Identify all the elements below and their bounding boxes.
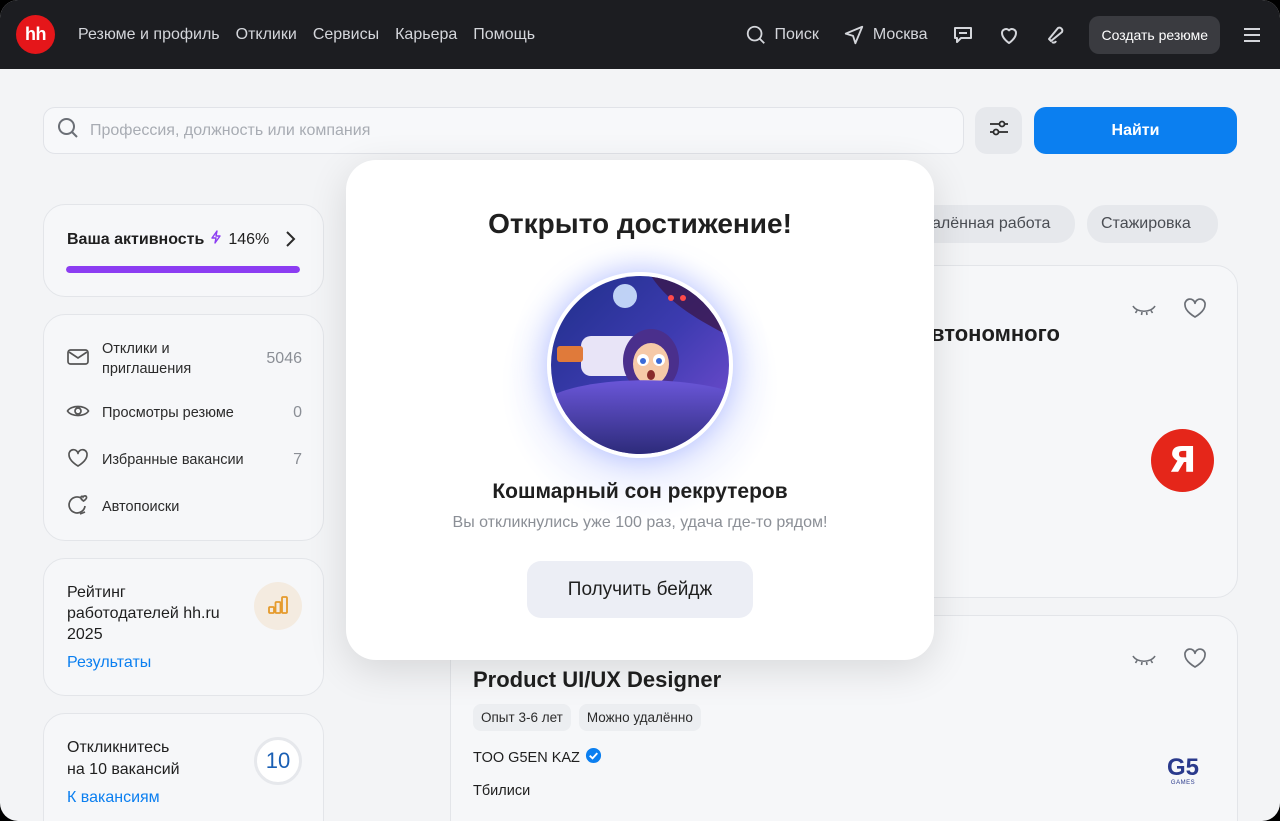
autosearch-icon <box>66 494 90 521</box>
main-nav: Резюме и профиль Отклики Сервисы Карьера… <box>78 0 535 69</box>
stat-responses-label-2: приглашения <box>102 361 192 377</box>
stat-responses-value: 5046 <box>266 350 302 367</box>
vacancy-2-company[interactable]: TOO G5EN KAZ <box>473 750 580 766</box>
rating-title-3: 2025 <box>67 626 103 643</box>
search-bar <box>43 107 964 154</box>
filter-internship[interactable]: Стажировка <box>1087 205 1218 243</box>
achievement-modal: Открыто достижение! Кошмарный сон рекрут… <box>346 160 934 660</box>
header-actions: Поиск Москва Создать резюме <box>745 0 1280 69</box>
search-input[interactable] <box>90 121 890 140</box>
verified-check-icon <box>585 747 602 768</box>
heart-icon[interactable] <box>997 23 1021 47</box>
stats-card: Отклики и приглашения 5046 Просмотры резю… <box>43 314 324 541</box>
respond-card[interactable]: Откликнитесь на 10 вакансий К вакансиям … <box>43 713 324 821</box>
location-arrow-icon <box>843 24 865 46</box>
stat-autosearches[interactable]: Автопоиски <box>66 494 302 521</box>
respond-title-2: на 10 вакансий <box>67 761 180 778</box>
stat-favorite-vacancies[interactable]: Избранные вакансии 7 <box>66 448 302 473</box>
location-selector[interactable]: Москва <box>843 24 928 46</box>
favorite-heart-icon[interactable] <box>1182 297 1208 324</box>
nav-responses[interactable]: Отклики <box>236 26 297 44</box>
lightning-icon <box>210 230 222 249</box>
app-window: hh Резюме и профиль Отклики Сервисы Карь… <box>0 0 1280 821</box>
vacancy-1-title-fragment: втономного <box>931 321 1060 346</box>
activity-percent: 146% <box>228 230 270 248</box>
filter-remote-work[interactable]: алённая работа <box>912 205 1075 243</box>
stat-favorite-value: 7 <box>293 451 302 468</box>
tag-remote: Можно удалённо <box>578 704 701 731</box>
filter-button[interactable] <box>975 107 1022 154</box>
stat-responses-label-1: Отклики и <box>102 341 170 357</box>
envelope-icon <box>66 347 90 372</box>
vacancy-2-tags: Опыт 3-6 лет Можно удалённо <box>473 704 701 731</box>
activity-progress-bar <box>66 266 300 273</box>
stat-favorite-label: Избранные вакансии <box>102 452 244 468</box>
g5-logo-text: G5 <box>1166 754 1199 781</box>
chevron-right-icon <box>284 230 296 253</box>
respond-counter: 10 <box>254 737 302 785</box>
top-header: hh Резюме и профиль Отклики Сервисы Карь… <box>0 0 1280 69</box>
g5-games-logo: G5 GAMES <box>1163 754 1203 787</box>
rating-results-link[interactable]: Результаты <box>67 654 151 672</box>
vacancy-2-city: Тбилиси <box>473 783 531 799</box>
bell-icon[interactable] <box>1043 23 1067 47</box>
header-search-label: Поиск <box>774 25 819 43</box>
hamburger-menu-icon[interactable] <box>1242 26 1262 44</box>
create-resume-button[interactable]: Создать резюме <box>1089 15 1220 54</box>
tag-experience: Опыт 3-6 лет <box>473 704 571 731</box>
eye-icon <box>66 401 90 426</box>
yandex-logo: Я <box>1151 429 1214 492</box>
activity-title: Ваша активность <box>67 230 205 248</box>
location-label: Москва <box>872 25 928 43</box>
vacancy-2-title[interactable]: Product UI/UX Designer <box>473 667 721 693</box>
badge-name: Кошмарный сон рекрутеров <box>492 480 788 503</box>
rating-card[interactable]: Рейтинг работодателей hh.ru 2025 Результ… <box>43 558 324 696</box>
search-icon <box>56 116 80 145</box>
find-button[interactable]: Найти <box>1034 107 1237 154</box>
nav-resume-profile[interactable]: Резюме и профиль <box>78 26 220 44</box>
hh-logo[interactable]: hh <box>16 15 55 54</box>
get-badge-button[interactable]: Получить бейдж <box>527 561 753 618</box>
achievement-badge-image <box>547 272 733 458</box>
stat-resume-views-value: 0 <box>293 404 302 421</box>
header-search-link[interactable]: Поиск <box>745 24 819 46</box>
activity-progress-fill <box>66 266 300 273</box>
activity-card[interactable]: Ваша активность 146% <box>43 204 324 297</box>
stat-autosearch-label: Автопоиски <box>102 499 180 515</box>
respond-title-1: Откликнитесь <box>67 739 170 756</box>
eye-icon[interactable] <box>1131 647 1157 674</box>
stat-resume-views-label: Просмотры резюме <box>102 405 234 421</box>
nav-help[interactable]: Помощь <box>473 26 535 44</box>
nav-career[interactable]: Карьера <box>395 26 457 44</box>
rating-title-1: Рейтинг <box>67 584 126 601</box>
chat-icon[interactable] <box>951 23 975 47</box>
rating-title-2: работодателей hh.ru <box>67 605 220 622</box>
rating-icon-badge <box>254 582 302 630</box>
favorite-heart-icon[interactable] <box>1182 647 1208 674</box>
eye-icon[interactable] <box>1131 297 1157 324</box>
sliders-icon <box>987 116 1011 145</box>
stat-responses[interactable]: Отклики и приглашения 5046 <box>66 339 302 379</box>
modal-title: Открыто достижение! <box>488 208 792 239</box>
bar-chart-icon <box>267 593 289 620</box>
search-icon <box>745 24 767 46</box>
badge-description: Вы откликнулись уже 100 раз, удача где-т… <box>452 514 828 531</box>
heart-icon <box>66 448 90 473</box>
nav-services[interactable]: Сервисы <box>313 26 379 44</box>
stat-resume-views[interactable]: Просмотры резюме 0 <box>66 402 302 424</box>
to-vacancies-link[interactable]: К вакансиям <box>67 789 160 807</box>
